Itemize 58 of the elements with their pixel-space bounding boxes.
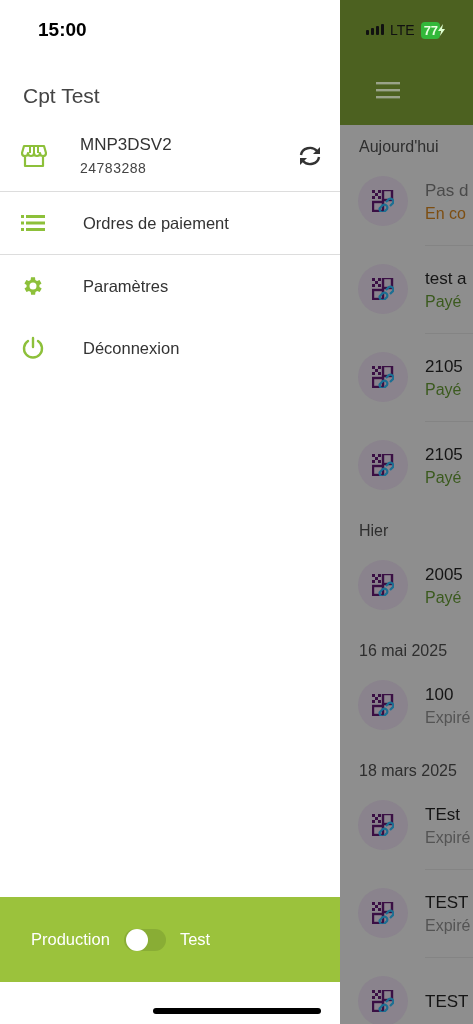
payment-row[interactable]: 2005 Payé	[340, 541, 473, 629]
signal-icon	[366, 24, 386, 36]
menu-item[interactable]: Déconnexion	[0, 317, 340, 379]
menu-label: Ordres de paiement	[83, 213, 229, 233]
date-header: 16 mai 2025	[358, 641, 449, 661]
payment-status: En co	[425, 204, 467, 223]
menu-label: Paramètres	[83, 276, 169, 296]
menu-icon[interactable]	[376, 81, 400, 99]
qr-link-icon	[372, 902, 394, 924]
menu-label: Déconnexion	[83, 338, 180, 358]
payment-status: Payé	[425, 588, 463, 607]
date-header: 18 mars 2025	[358, 761, 458, 781]
payment-status: Expiré	[425, 916, 472, 935]
qr-link-icon	[372, 366, 394, 388]
store-icon	[21, 143, 47, 168]
battery-level: 77	[420, 21, 441, 39]
payment-row[interactable]: 2105 Payé	[340, 333, 473, 421]
status-time: 15:00	[38, 19, 87, 41]
account-name: MNP3DSV2	[80, 135, 173, 155]
menu-item[interactable]: Paramètres	[0, 255, 340, 317]
payment-status: Expiré	[425, 828, 472, 847]
account-title: Cpt Test	[22, 83, 101, 109]
qr-link-icon	[372, 694, 394, 716]
payment-row[interactable]: 2105 Payé	[340, 421, 473, 509]
payment-row[interactable]: TEST Expiré	[340, 869, 473, 957]
date-header: Hier	[358, 521, 390, 541]
power-icon	[21, 336, 45, 360]
qr-link-icon	[372, 990, 394, 1012]
payment-row[interactable]: TEst Expiré	[340, 781, 473, 869]
payment-title: Pas d	[425, 180, 470, 201]
qr-link-icon	[372, 454, 394, 476]
qr-link-icon	[372, 190, 394, 212]
payment-status: Expiré	[425, 708, 472, 727]
account-number: 24783288	[80, 160, 148, 176]
payment-title: TEST	[425, 892, 470, 913]
bolt-icon	[438, 24, 446, 36]
payment-status: Payé	[425, 292, 463, 311]
qr-link-icon	[372, 814, 394, 836]
network-label: LTE	[390, 22, 415, 38]
payment-title: 2105	[425, 444, 464, 465]
payment-row[interactable]: TEST	[340, 957, 473, 1024]
payment-title: 100	[425, 684, 455, 705]
environment-label: Test	[179, 930, 211, 949]
payment-title: TEst	[425, 804, 461, 825]
sync-icon[interactable]	[297, 144, 323, 167]
payment-title: 2105	[425, 356, 464, 377]
environment-switch[interactable]	[123, 928, 166, 951]
qr-link-icon	[372, 574, 394, 596]
environment-label: Production	[31, 930, 110, 949]
payment-title: test a	[425, 268, 468, 289]
payment-row[interactable]: 100 Expiré	[340, 661, 473, 749]
payment-status: Payé	[425, 468, 463, 487]
payment-title: TEST	[425, 991, 470, 1012]
qr-link-icon	[372, 278, 394, 300]
payment-row[interactable]: test a Payé	[340, 245, 473, 333]
payment-status: Payé	[425, 380, 463, 399]
payment-title: 2005	[425, 564, 464, 585]
date-header: Aujourd'hui	[358, 137, 440, 157]
